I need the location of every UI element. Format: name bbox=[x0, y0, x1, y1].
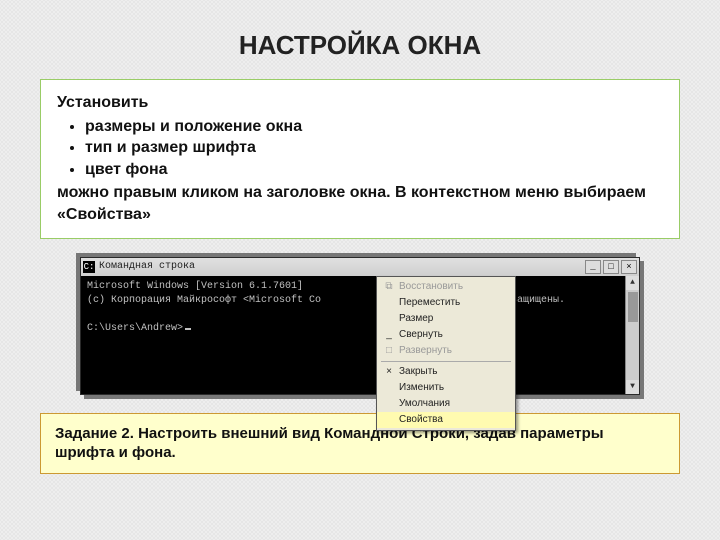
menu-edit[interactable]: Изменить bbox=[377, 380, 515, 396]
cmd-titlebar[interactable]: C: Командная строка _ □ × bbox=[81, 258, 639, 276]
cursor-icon bbox=[185, 328, 191, 330]
instruction-item-1: тип и размер шрифта bbox=[85, 137, 663, 159]
minimize-icon: _ bbox=[381, 328, 397, 342]
cmd-prompt: C:\Users\Andrew> bbox=[87, 322, 633, 336]
menu-size[interactable]: Размер bbox=[377, 311, 515, 327]
slide-title: НАСТРОЙКА ОКНА bbox=[40, 30, 680, 61]
cmd-line-1: Microsoft Windows [Version 6.1.7601] bbox=[87, 280, 633, 294]
task-panel: Задание 2. Настроить внешний вид Командн… bbox=[40, 413, 680, 474]
instruction-lead: Установить bbox=[57, 92, 663, 114]
menu-size-label: Размер bbox=[399, 312, 433, 326]
maximize-button[interactable]: □ bbox=[603, 260, 619, 274]
scroll-thumb[interactable] bbox=[628, 292, 638, 322]
menu-properties-label: Свойства bbox=[399, 413, 443, 427]
menu-maximize[interactable]: □ Развернуть bbox=[377, 343, 515, 359]
cmd-title-text: Командная строка bbox=[99, 261, 583, 272]
maximize-icon: □ bbox=[381, 344, 397, 358]
restore-icon: ⧉ bbox=[381, 280, 397, 294]
screenshot-embed: C: Командная строка _ □ × Microsoft Wind… bbox=[40, 257, 680, 395]
menu-defaults-label: Умолчания bbox=[399, 397, 450, 411]
instruction-list: размеры и положение окна тип и размер шр… bbox=[85, 116, 663, 181]
menu-move[interactable]: Переместить bbox=[377, 295, 515, 311]
menu-restore[interactable]: ⧉ Восстановить bbox=[377, 279, 515, 295]
task-lead: Задание 2. bbox=[55, 425, 138, 442]
instruction-panel: Установить размеры и положение окна тип … bbox=[40, 79, 680, 239]
instruction-item-2: цвет фона bbox=[85, 159, 663, 181]
task-body: Настроить внешний вид Командной Строки, … bbox=[55, 425, 604, 462]
scrollbar-vertical[interactable] bbox=[625, 276, 639, 394]
context-menu: ⧉ Восстановить Переместить Размер _ Свер… bbox=[376, 276, 516, 431]
menu-close[interactable]: × Закрыть bbox=[377, 364, 515, 380]
instruction-item-0: размеры и положение окна bbox=[85, 116, 663, 138]
cmd-window: C: Командная строка _ □ × Microsoft Wind… bbox=[80, 257, 640, 395]
menu-close-label: Закрыть bbox=[399, 365, 438, 379]
menu-maximize-label: Развернуть bbox=[399, 344, 452, 358]
close-icon: × bbox=[381, 365, 397, 379]
menu-edit-label: Изменить bbox=[399, 381, 444, 395]
close-button[interactable]: × bbox=[621, 260, 637, 274]
menu-move-label: Переместить bbox=[399, 296, 460, 310]
menu-restore-label: Восстановить bbox=[399, 280, 463, 294]
menu-properties[interactable]: Свойства bbox=[377, 412, 515, 428]
cmd-icon: C: bbox=[83, 261, 95, 273]
cmd-body[interactable]: Microsoft Windows [Version 6.1.7601] (c)… bbox=[81, 276, 639, 394]
minimize-button[interactable]: _ bbox=[585, 260, 601, 274]
menu-separator bbox=[381, 361, 511, 362]
menu-minimize[interactable]: _ Свернуть bbox=[377, 327, 515, 343]
cmd-line-2: (c) Корпорация Майкрософт <Microsoft Coр… bbox=[87, 294, 633, 308]
menu-defaults[interactable]: Умолчания bbox=[377, 396, 515, 412]
cmd-blank bbox=[87, 308, 633, 322]
menu-minimize-label: Свернуть bbox=[399, 328, 443, 342]
instruction-tail: можно правым кликом на заголовке окна. В… bbox=[57, 182, 663, 225]
